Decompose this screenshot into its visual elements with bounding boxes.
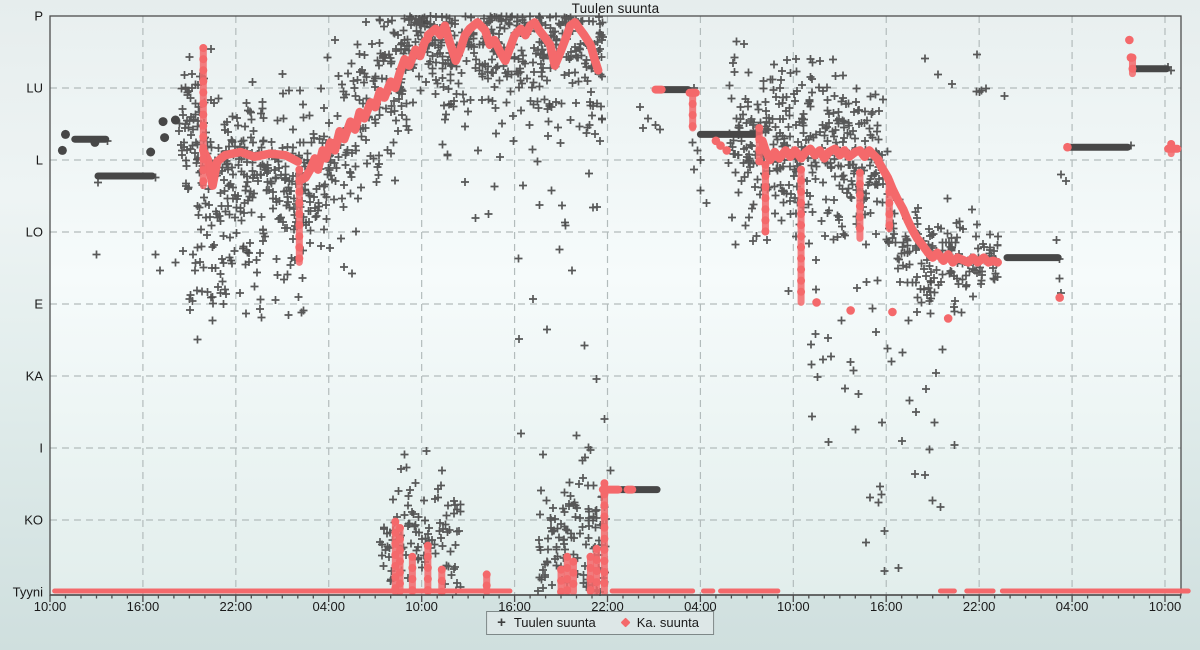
x-tick-label: 22:00	[963, 599, 996, 614]
observation-blob	[160, 133, 169, 142]
legend-label-average: Ka. suunta	[637, 615, 699, 630]
x-tick-label: 10:00	[777, 599, 810, 614]
diamond-icon	[620, 618, 630, 628]
average-dot	[722, 146, 731, 155]
legend-item-average: Ka. suunta	[622, 615, 699, 630]
wind-direction-chart: 10:00 16:00 22:00 04:00 10:00 16:00 22:00 04:00…	[0, 0, 1200, 650]
observation-blob	[159, 117, 168, 126]
observation-blob	[90, 138, 99, 147]
plus-icon: +	[497, 618, 506, 628]
average-dot	[846, 306, 855, 315]
y-tick-label: I	[39, 441, 43, 456]
observation-blob	[171, 116, 180, 125]
x-tick-label: 04:00	[312, 599, 345, 614]
observation-blob	[146, 148, 155, 157]
y-tick-label: Tyyni	[13, 585, 43, 600]
y-tick-label: LO	[26, 225, 43, 240]
x-tick-label: 16:00	[870, 599, 903, 614]
y-tick-label: E	[34, 297, 43, 312]
observation-blob	[58, 146, 67, 155]
average-dot	[888, 308, 897, 317]
average-dot	[1125, 36, 1134, 45]
average-dot	[1063, 143, 1072, 152]
chart-legend: + Tuulen suunta Ka. suunta	[486, 611, 714, 635]
observation-blob	[61, 130, 70, 139]
x-tick-label: 22:00	[220, 599, 253, 614]
x-tick-label: 10:00	[1149, 599, 1182, 614]
y-tick-label: P	[34, 9, 43, 24]
average-dot	[812, 298, 821, 307]
y-tick-label: L	[36, 153, 43, 168]
x-tick-label: 10:00	[34, 599, 67, 614]
plot-background	[50, 16, 1181, 595]
average-dot	[1127, 53, 1136, 62]
x-tick-label: 16:00	[127, 599, 160, 614]
legend-item-observations: + Tuulen suunta	[497, 615, 596, 630]
x-tick-label: 10:00	[405, 599, 438, 614]
wind-direction-page: Tuulen suunta 10:0016:0022:0004:0010:001…	[0, 0, 1200, 650]
average-dot	[1055, 293, 1064, 302]
y-tick-label: LU	[26, 81, 43, 96]
legend-label-observations: Tuulen suunta	[514, 615, 596, 630]
y-tick-label: KO	[24, 513, 43, 528]
x-tick-label: 04:00	[1056, 599, 1089, 614]
average-dot	[944, 314, 953, 323]
y-tick-label: KA	[26, 369, 44, 384]
